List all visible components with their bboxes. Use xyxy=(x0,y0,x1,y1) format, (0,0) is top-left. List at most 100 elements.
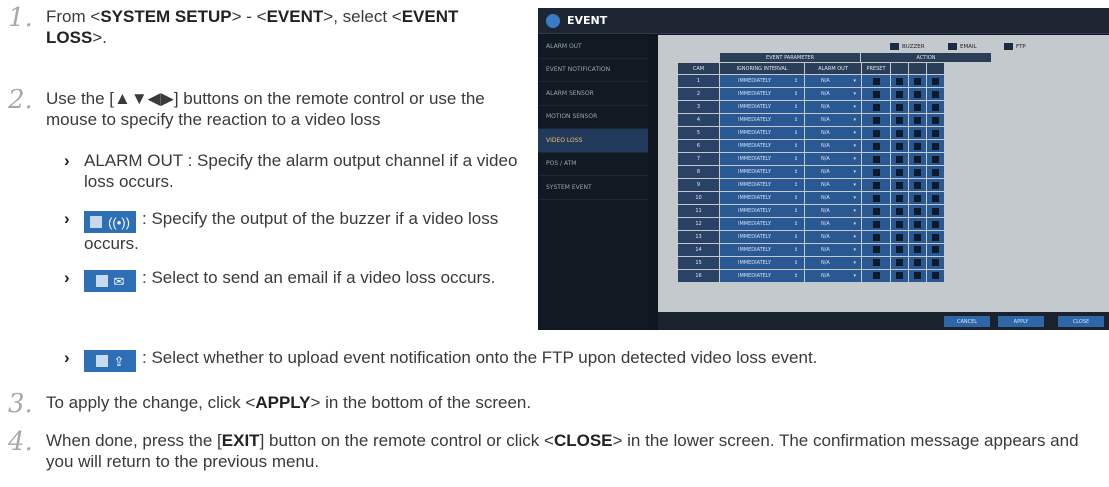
ftp-checkbox[interactable] xyxy=(927,87,944,101)
ftp-checkbox[interactable] xyxy=(927,152,944,166)
ftp-checkbox[interactable] xyxy=(927,100,944,114)
alarm-out-select[interactable]: N/A ▾ xyxy=(805,191,861,205)
ftp-checkbox[interactable] xyxy=(927,243,944,257)
email-checkbox[interactable] xyxy=(909,126,926,140)
apply-button[interactable]: APPLY xyxy=(998,316,1044,327)
ftp-checkbox[interactable] xyxy=(927,139,944,153)
ignoring-interval-select[interactable]: IMMEDIATELY ↕ xyxy=(720,243,804,257)
email-checkbox[interactable] xyxy=(909,230,926,244)
preset-checkbox[interactable] xyxy=(862,191,890,205)
ftp-checkbox[interactable] xyxy=(927,75,944,88)
alarm-out-select[interactable]: N/A ▾ xyxy=(805,152,861,166)
buzzer-checkbox[interactable] xyxy=(891,113,908,127)
preset-checkbox[interactable] xyxy=(862,165,890,179)
buzzer-checkbox[interactable] xyxy=(891,204,908,218)
preset-checkbox[interactable] xyxy=(862,178,890,192)
preset-checkbox[interactable] xyxy=(862,256,890,270)
ignoring-interval-select[interactable]: IMMEDIATELY ↕ xyxy=(720,165,804,179)
alarm-out-select[interactable]: N/A ▾ xyxy=(805,243,861,257)
ftp-checkbox[interactable] xyxy=(927,191,944,205)
sidebar-item-event-notification[interactable]: EVENT NOTIFICATION xyxy=(538,59,648,82)
sidebar-item-system-event[interactable]: SYSTEM EVENT xyxy=(538,176,648,200)
buzzer-checkbox[interactable] xyxy=(891,126,908,140)
preset-checkbox[interactable] xyxy=(862,269,890,283)
email-checkbox[interactable] xyxy=(909,113,926,127)
ftp-checkbox[interactable] xyxy=(927,113,944,127)
header-ignoring-interval[interactable]: IGNORING INTERVAL xyxy=(720,63,804,74)
buzzer-checkbox[interactable] xyxy=(891,178,908,192)
ignoring-interval-select[interactable]: IMMEDIATELY ↕ xyxy=(720,139,804,153)
ignoring-interval-select[interactable]: IMMEDIATELY ↕ xyxy=(720,100,804,114)
ftp-checkbox[interactable] xyxy=(927,165,944,179)
preset-checkbox[interactable] xyxy=(862,243,890,257)
alarm-out-select[interactable]: N/A ▾ xyxy=(805,139,861,153)
alarm-out-select[interactable]: N/A ▾ xyxy=(805,100,861,114)
email-checkbox[interactable] xyxy=(909,204,926,218)
email-checkbox[interactable] xyxy=(909,178,926,192)
ignoring-interval-select[interactable]: IMMEDIATELY ↕ xyxy=(720,87,804,101)
sidebar-item-pos-atm[interactable]: POS / ATM xyxy=(538,153,648,176)
preset-checkbox[interactable] xyxy=(862,152,890,166)
buzzer-checkbox[interactable] xyxy=(891,100,908,114)
ftp-checkbox[interactable] xyxy=(927,178,944,192)
preset-checkbox[interactable] xyxy=(862,100,890,114)
alarm-out-select[interactable]: N/A ▾ xyxy=(805,178,861,192)
ignoring-interval-select[interactable]: IMMEDIATELY ↕ xyxy=(720,269,804,283)
buzzer-checkbox[interactable] xyxy=(891,269,908,283)
email-checkbox[interactable] xyxy=(909,87,926,101)
sidebar-item-alarm-out[interactable]: ALARM OUT xyxy=(538,35,648,59)
buzzer-checkbox[interactable] xyxy=(891,191,908,205)
ftp-checkbox[interactable] xyxy=(927,217,944,231)
email-checkbox[interactable] xyxy=(909,152,926,166)
alarm-out-select[interactable]: N/A ▾ xyxy=(805,204,861,218)
ignoring-interval-select[interactable]: IMMEDIATELY ↕ xyxy=(720,217,804,231)
email-checkbox[interactable] xyxy=(909,256,926,270)
email-checkbox[interactable] xyxy=(909,100,926,114)
preset-checkbox[interactable] xyxy=(862,87,890,101)
preset-checkbox[interactable] xyxy=(862,126,890,140)
buzzer-checkbox[interactable] xyxy=(891,243,908,257)
ftp-checkbox[interactable] xyxy=(927,269,944,283)
buzzer-checkbox[interactable] xyxy=(891,152,908,166)
alarm-out-select[interactable]: N/A ▾ xyxy=(805,217,861,231)
buzzer-checkbox[interactable] xyxy=(891,87,908,101)
alarm-out-select[interactable]: N/A ▾ xyxy=(805,269,861,283)
ftp-checkbox[interactable] xyxy=(927,126,944,140)
ftp-checkbox[interactable] xyxy=(927,204,944,218)
cancel-button[interactable]: CANCEL xyxy=(944,316,990,327)
email-checkbox[interactable] xyxy=(909,75,926,88)
preset-checkbox[interactable] xyxy=(862,139,890,153)
ftp-checkbox[interactable] xyxy=(927,230,944,244)
preset-checkbox[interactable] xyxy=(862,75,890,88)
preset-checkbox[interactable] xyxy=(862,217,890,231)
email-checkbox[interactable] xyxy=(909,139,926,153)
ignoring-interval-select[interactable]: IMMEDIATELY ↕ xyxy=(720,178,804,192)
email-checkbox[interactable] xyxy=(909,191,926,205)
sidebar-item-video-loss[interactable]: VIDEO LOSS xyxy=(538,129,648,153)
sidebar-item-motion-sensor[interactable]: MOTION SENSOR xyxy=(538,106,648,129)
email-checkbox[interactable] xyxy=(909,243,926,257)
header-alarm-out[interactable]: ALARM OUT xyxy=(805,63,861,74)
buzzer-checkbox[interactable] xyxy=(891,165,908,179)
ignoring-interval-select[interactable]: IMMEDIATELY ↕ xyxy=(720,75,804,88)
buzzer-checkbox[interactable] xyxy=(891,217,908,231)
buzzer-checkbox[interactable] xyxy=(891,230,908,244)
email-checkbox[interactable] xyxy=(909,217,926,231)
ignoring-interval-select[interactable]: IMMEDIATELY ↕ xyxy=(720,230,804,244)
ignoring-interval-select[interactable]: IMMEDIATELY ↕ xyxy=(720,191,804,205)
alarm-out-select[interactable]: N/A ▾ xyxy=(805,87,861,101)
ignoring-interval-select[interactable]: IMMEDIATELY ↕ xyxy=(720,113,804,127)
buzzer-checkbox[interactable] xyxy=(891,256,908,270)
buzzer-checkbox[interactable] xyxy=(891,75,908,88)
ignoring-interval-select[interactable]: IMMEDIATELY ↕ xyxy=(720,152,804,166)
email-checkbox[interactable] xyxy=(909,165,926,179)
alarm-out-select[interactable]: N/A ▾ xyxy=(805,113,861,127)
email-checkbox[interactable] xyxy=(909,269,926,283)
alarm-out-select[interactable]: N/A ▾ xyxy=(805,165,861,179)
ignoring-interval-select[interactable]: IMMEDIATELY ↕ xyxy=(720,204,804,218)
buzzer-checkbox[interactable] xyxy=(891,139,908,153)
alarm-out-select[interactable]: N/A ▾ xyxy=(805,126,861,140)
ignoring-interval-select[interactable]: IMMEDIATELY ↕ xyxy=(720,126,804,140)
preset-checkbox[interactable] xyxy=(862,113,890,127)
alarm-out-select[interactable]: N/A ▾ xyxy=(805,230,861,244)
